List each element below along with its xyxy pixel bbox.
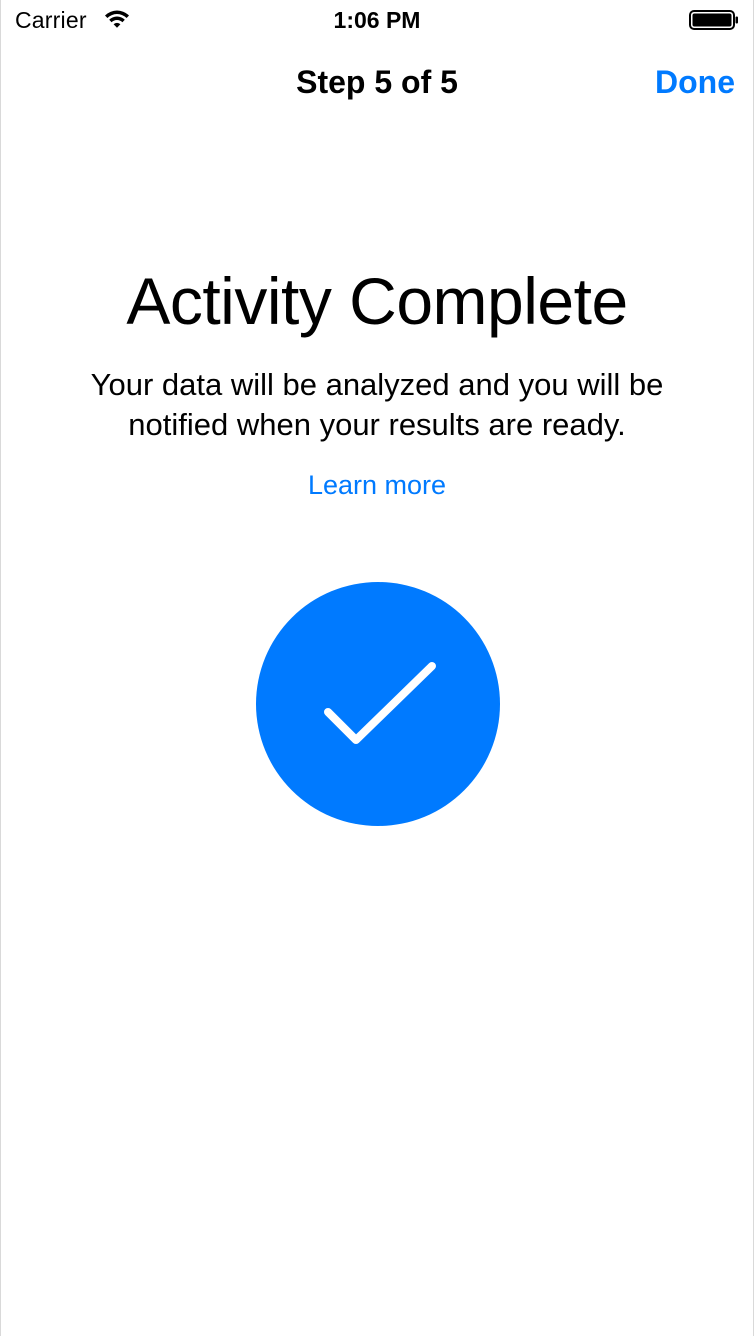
battery-icon [689,10,738,30]
screen: Carrier 1:06 PM Step 5 of 5 Done Activit… [0,0,754,1336]
checkmark-circle-icon [256,582,500,826]
learn-more-link[interactable]: Learn more [1,470,753,501]
status-time: 1:06 PM [333,7,421,33]
status-bar: Carrier 1:06 PM [1,0,753,40]
nav-title: Step 5 of 5 [296,64,458,100]
done-button[interactable]: Done [655,64,735,101]
page-title: Activity Complete [126,264,628,338]
completion-message: Your data will be analyzed and you will … [90,367,664,442]
